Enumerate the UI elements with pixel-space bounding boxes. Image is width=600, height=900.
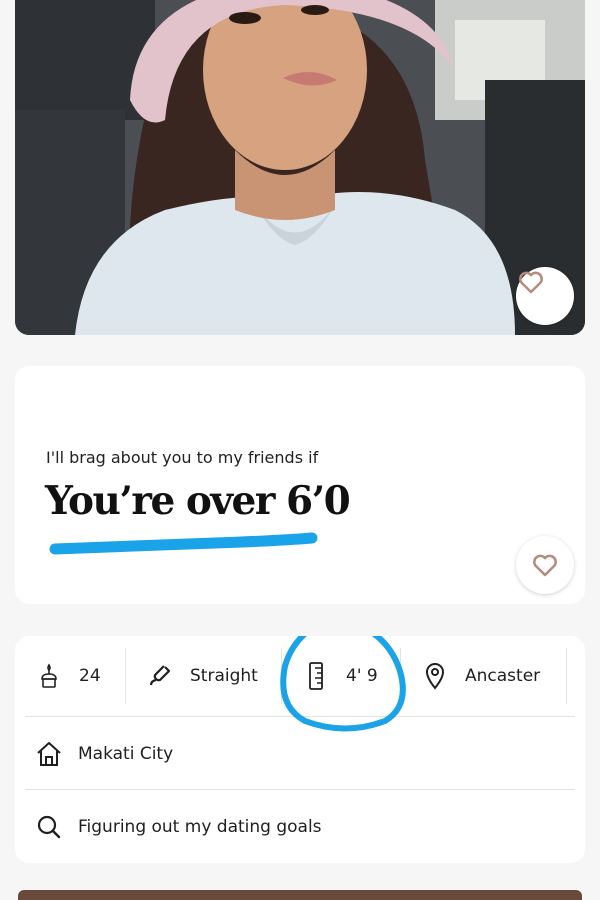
details-chip-row: 24 Straight 4' 9 Ancaster [15,636,585,716]
divider [566,648,567,704]
search-icon [35,813,63,841]
like-photo-button[interactable] [516,267,574,325]
house-icon [35,740,63,768]
profile-details-card: 24 Straight 4' 9 Ancaster Makati City Fi… [15,636,585,863]
location-value: Ancaster [465,666,541,686]
location-chip: Ancaster [401,636,566,716]
orientation-value: Straight [190,666,258,686]
ruler-icon [302,662,330,690]
hometown-row: Makati City [25,716,575,791]
prompt-question: I'll brag about you to my friends if [46,448,319,467]
magnet-icon [146,662,174,690]
age-chip: 24 [15,636,125,716]
profile-photo[interactable] [15,0,585,335]
height-value: 4' 9 [346,666,378,686]
map-pin-icon [421,662,449,690]
heart-icon [533,554,557,577]
dating-goal-value: Figuring out my dating goals [78,817,322,837]
birthday-cake-icon [35,662,63,690]
age-value: 24 [79,666,101,686]
orientation-chip: Straight [126,636,281,716]
heart-icon [519,271,543,294]
like-prompt-button[interactable] [516,536,574,594]
dating-goal-row: Figuring out my dating goals [25,789,575,863]
hometown-value: Makati City [78,744,174,764]
photo-illustration [15,0,585,335]
prompt-answer: You’re over 6’0 [45,478,351,524]
next-photo-edge [18,890,582,900]
prompt-card: I'll brag about you to my friends if You… [15,366,585,604]
height-chip: 4' 9 [282,636,400,716]
